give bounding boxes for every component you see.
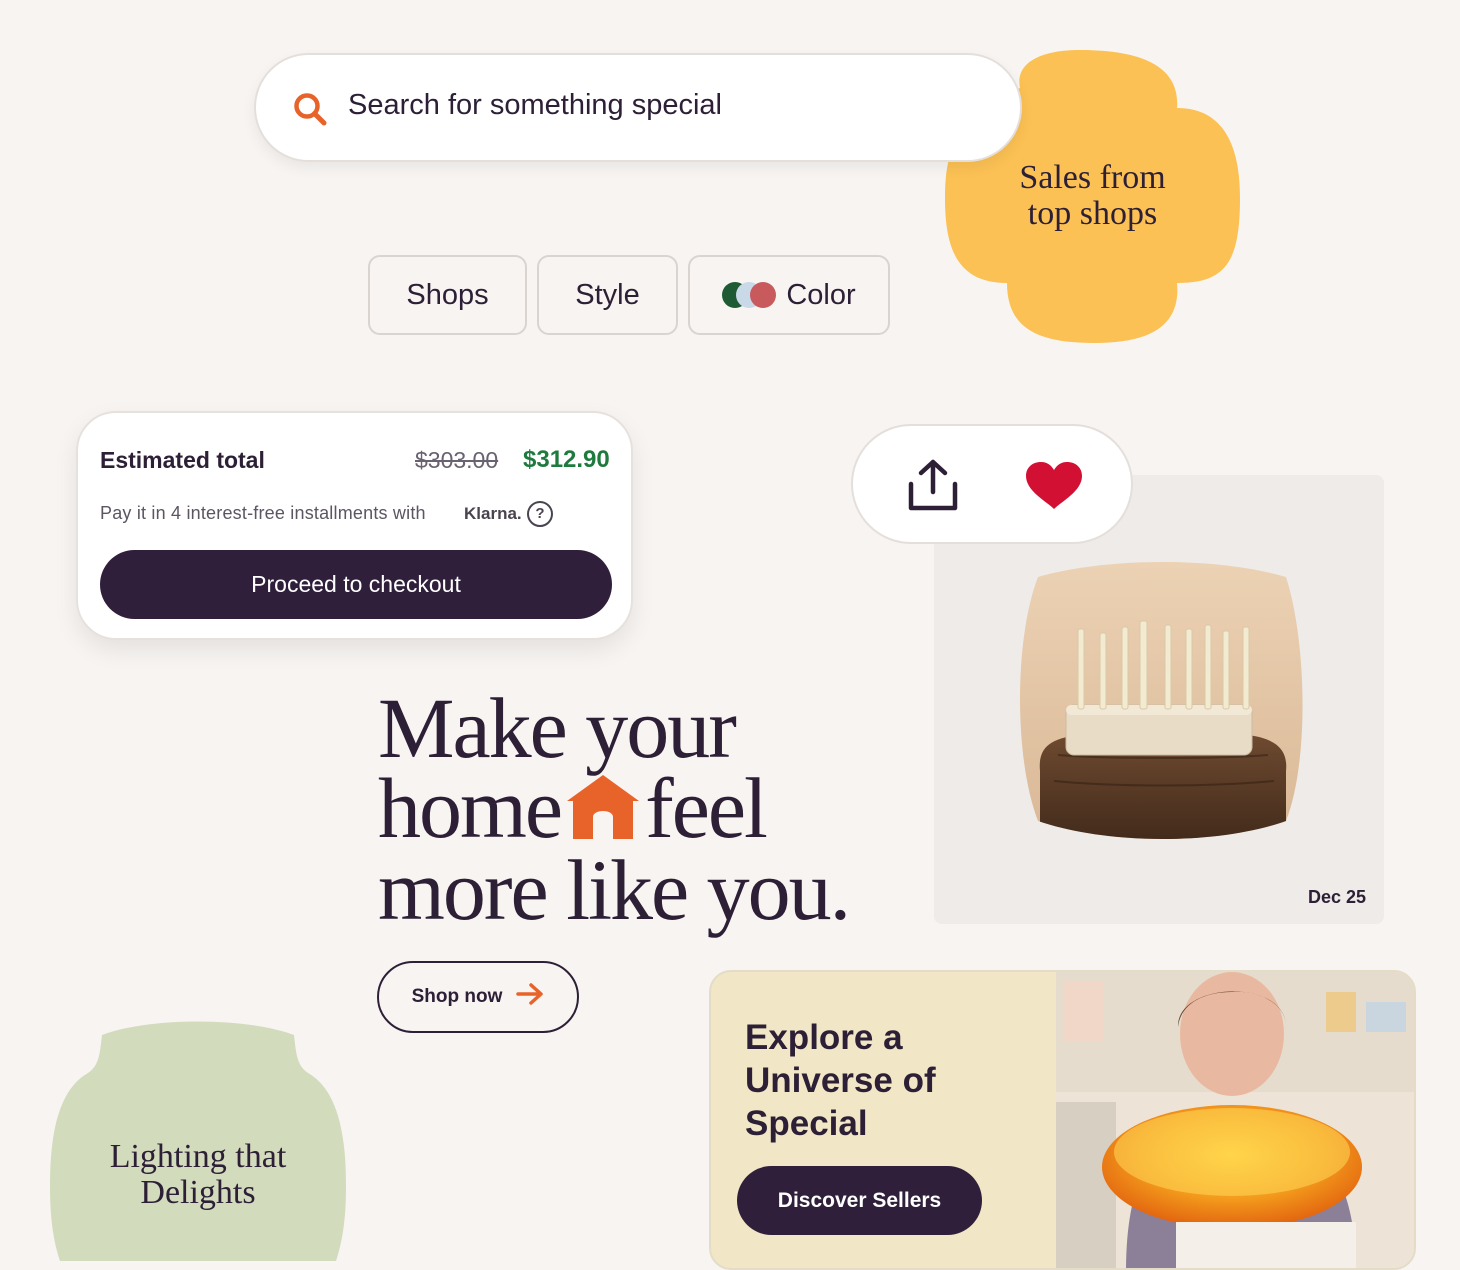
filter-chip-color[interactable]: Color bbox=[688, 255, 890, 335]
color-swatches-icon bbox=[722, 282, 777, 308]
promo-green-line2: Delights bbox=[140, 1174, 256, 1211]
promo-green-line1: Lighting that bbox=[109, 1138, 287, 1175]
hero-line-1: Make your bbox=[378, 680, 737, 776]
original-price: $303.00 bbox=[415, 447, 499, 473]
filter-chip-shops[interactable]: Shops bbox=[368, 255, 527, 335]
shop-now-button[interactable]: Shop now bbox=[377, 961, 579, 1033]
product-image bbox=[1018, 559, 1306, 848]
promo-label-line1: Sales from bbox=[1019, 159, 1166, 196]
klarna-logo: Klarna. bbox=[464, 504, 522, 523]
discover-sellers-button[interactable]: Discover Sellers bbox=[737, 1166, 982, 1235]
filter-chip-style[interactable]: Style bbox=[537, 255, 678, 335]
search-icon bbox=[292, 91, 328, 132]
shop-now-label: Shop now bbox=[411, 986, 503, 1007]
seller-photo bbox=[1056, 972, 1414, 1268]
help-icon[interactable]: ? bbox=[527, 501, 553, 527]
arrow-right-icon bbox=[516, 983, 544, 1011]
heart-icon[interactable] bbox=[1024, 461, 1084, 516]
search-bar[interactable]: Search for something special bbox=[254, 53, 1022, 162]
hero-headline: Make your home feel more like you. bbox=[378, 680, 898, 938]
search-input[interactable]: Search for something special bbox=[348, 89, 722, 122]
promo-label-line2: top shops bbox=[1027, 195, 1158, 232]
share-favorite-pill bbox=[851, 424, 1133, 544]
checkout-summary-card: Estimated total $303.00 $312.90 Pay it i… bbox=[76, 411, 633, 640]
sale-price: $312.90 bbox=[523, 446, 610, 473]
estimated-total-label: Estimated total bbox=[100, 447, 265, 473]
explore-sellers-card: Explore a Universe of Special Discover S… bbox=[709, 970, 1416, 1270]
house-icon bbox=[567, 770, 640, 850]
promo-lighting[interactable]: Lighting that Delights bbox=[50, 1021, 346, 1261]
share-icon[interactable] bbox=[905, 458, 961, 517]
installments-text: Pay it in 4 interest-free installments w… bbox=[100, 503, 426, 523]
explore-title: Explore a Universe of Special bbox=[745, 1018, 936, 1143]
filter-chip-color-label: Color bbox=[786, 278, 856, 311]
hero-line-3: more like you. bbox=[378, 842, 851, 938]
proceed-to-checkout-button[interactable]: Proceed to checkout bbox=[100, 550, 612, 619]
delivery-date: Dec 25 bbox=[1307, 887, 1366, 907]
